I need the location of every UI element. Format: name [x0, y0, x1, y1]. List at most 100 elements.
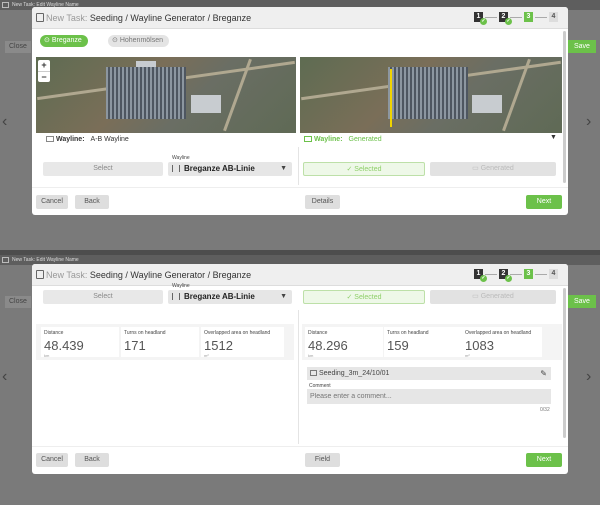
- wayline-icon: [46, 136, 54, 143]
- dropdown-arrow-icon[interactable]: ▼: [550, 134, 557, 141]
- step-3[interactable]: 3: [524, 269, 533, 279]
- app-icon: [2, 257, 9, 263]
- wayline-value: A-B Wayline: [90, 136, 129, 143]
- generated-button[interactable]: ▭ Generated: [430, 162, 556, 176]
- document-icon: [36, 13, 44, 22]
- map-view-right[interactable]: [300, 57, 562, 133]
- step-1[interactable]: 1 ✓: [474, 269, 487, 282]
- step-3[interactable]: 3: [524, 12, 533, 22]
- wayline-label: Wayline:: [314, 136, 343, 143]
- chevron-down-icon: ▼: [280, 293, 287, 300]
- title-prefix: New Task:: [46, 270, 88, 280]
- cancel-button[interactable]: Cancel: [36, 453, 68, 467]
- zoom-in-button[interactable]: +: [38, 60, 50, 71]
- stat-distance-right: Distance 48.296 km: [305, 327, 383, 358]
- wayline-label: Wayline:: [56, 136, 85, 143]
- wayline-select-value: Breganze AB-Linie: [184, 164, 255, 173]
- generated-label: Generated: [480, 293, 514, 300]
- step-1[interactable]: 1 ✓: [474, 12, 487, 25]
- stat-value: 159: [387, 338, 409, 353]
- next-button[interactable]: Next: [526, 195, 562, 209]
- chevron-down-icon: ▼: [280, 165, 287, 172]
- wayline-select-icon: [172, 293, 180, 301]
- selected-button[interactable]: ✓ Selected: [303, 162, 425, 176]
- dialog-title: New Task: Seeding / Wayline Generator / …: [46, 270, 251, 280]
- farm-chip-breganze[interactable]: ⊙ Breganze: [40, 35, 88, 47]
- chip-label: Breganze: [51, 37, 82, 44]
- back-button[interactable]: Back: [75, 195, 109, 209]
- selected-label: Selected: [354, 294, 382, 301]
- wayline-icon: ▭: [472, 165, 481, 172]
- close-button[interactable]: Close: [5, 41, 31, 53]
- screen-panel-map: New Task: Edit Wayline Name Close Save ‹…: [0, 0, 600, 250]
- save-button[interactable]: Save: [568, 295, 596, 308]
- comment-char-count: 0/32: [540, 407, 550, 413]
- stat-value: 1083: [465, 338, 494, 353]
- task-dialog: New Task: Seeding / Wayline Generator / …: [32, 264, 568, 474]
- check-icon: ✓: [480, 18, 487, 25]
- dialog-header: New Task: Seeding / Wayline Generator / …: [32, 7, 568, 29]
- wayline-info-right: Wayline: Generated: [304, 134, 382, 145]
- stat-overlap-right: Overlapped area on headland 1083 m²: [462, 327, 542, 358]
- cancel-button[interactable]: Cancel: [36, 195, 68, 209]
- chip-label: Hohenmölsen: [119, 37, 164, 44]
- selected-button[interactable]: ✓ Selected: [303, 290, 425, 304]
- prev-arrow-icon[interactable]: ‹: [2, 367, 7, 387]
- wayline-value: Generated: [348, 136, 382, 143]
- step-2[interactable]: 2 ✓: [499, 12, 512, 25]
- stat-unit: m²: [204, 353, 209, 358]
- stat-label: Turns on headland: [387, 330, 429, 336]
- stat-value: 171: [124, 338, 146, 353]
- step-4-number: 4: [551, 13, 556, 20]
- next-button[interactable]: Next: [526, 453, 562, 467]
- next-arrow-icon[interactable]: ›: [586, 112, 591, 132]
- stat-value: 48.296: [308, 338, 348, 353]
- wayline-select[interactable]: Breganze AB-Linie ▼: [168, 290, 292, 304]
- close-button[interactable]: Close: [5, 296, 31, 308]
- title-text: Seeding / Wayline Generator / Breganze: [89, 270, 252, 280]
- farm-chip-hohenmolsen[interactable]: ⊙ Hohenmölsen: [108, 35, 170, 47]
- title-text: Seeding / Wayline Generator / Breganze: [89, 13, 252, 23]
- task-name-field[interactable]: Seeding_3m_24/10/01 ✎: [307, 367, 551, 380]
- scrollbar[interactable]: [563, 288, 566, 438]
- details-button[interactable]: Details: [305, 195, 340, 209]
- stat-unit: km: [44, 353, 50, 358]
- step-2[interactable]: 2 ✓: [499, 269, 512, 282]
- dialog-footer: Cancel Back Details Next: [32, 187, 568, 215]
- map-view-left[interactable]: + −: [36, 57, 296, 133]
- next-arrow-icon[interactable]: ›: [586, 367, 591, 387]
- pencil-icon[interactable]: ✎: [540, 367, 547, 380]
- scrollbar[interactable]: [563, 31, 566, 183]
- stat-value: 1512: [204, 338, 233, 353]
- check-icon: ✓: [505, 18, 512, 25]
- wayline-icon: ▭: [472, 293, 481, 300]
- wayline-icon: [304, 136, 312, 143]
- save-button[interactable]: Save: [568, 40, 596, 53]
- wayline-select[interactable]: Breganze AB-Linie ▼: [168, 162, 292, 176]
- dialog-title: New Task: Seeding / Wayline Generator / …: [46, 13, 251, 23]
- stat-label: Distance: [44, 330, 64, 336]
- select-button[interactable]: Select: [43, 162, 163, 176]
- title-prefix: New Task:: [46, 13, 88, 23]
- zoom-out-button[interactable]: −: [38, 71, 50, 82]
- dialog-header: New Task: Seeding / Wayline Generator / …: [32, 264, 568, 286]
- step-3-number: 3: [526, 13, 531, 20]
- prev-arrow-icon[interactable]: ‹: [2, 112, 7, 132]
- stat-label: Overlapped area on headland: [465, 330, 532, 336]
- step-4-number: 4: [551, 270, 556, 277]
- stat-overlap-left: Overlapped area on headland 1512 m²: [201, 327, 284, 358]
- check-icon: ✓: [505, 275, 512, 282]
- stat-unit: km: [308, 353, 314, 358]
- step-4[interactable]: 4: [549, 12, 558, 22]
- select-button[interactable]: Select: [43, 290, 163, 304]
- wayline-select-icon: [172, 165, 180, 173]
- top-strip-text: New Task: Edit Wayline Name: [12, 257, 79, 263]
- stat-label: Distance: [308, 330, 328, 336]
- comment-input[interactable]: [307, 389, 551, 404]
- field-button[interactable]: Field: [305, 453, 340, 467]
- stat-turns-right: Turns on headland 159: [384, 327, 462, 357]
- back-button[interactable]: Back: [75, 453, 109, 467]
- step-4[interactable]: 4: [549, 269, 558, 279]
- task-dialog: New Task: Seeding / Wayline Generator / …: [32, 7, 568, 215]
- generated-button[interactable]: ▭ Generated: [430, 290, 556, 304]
